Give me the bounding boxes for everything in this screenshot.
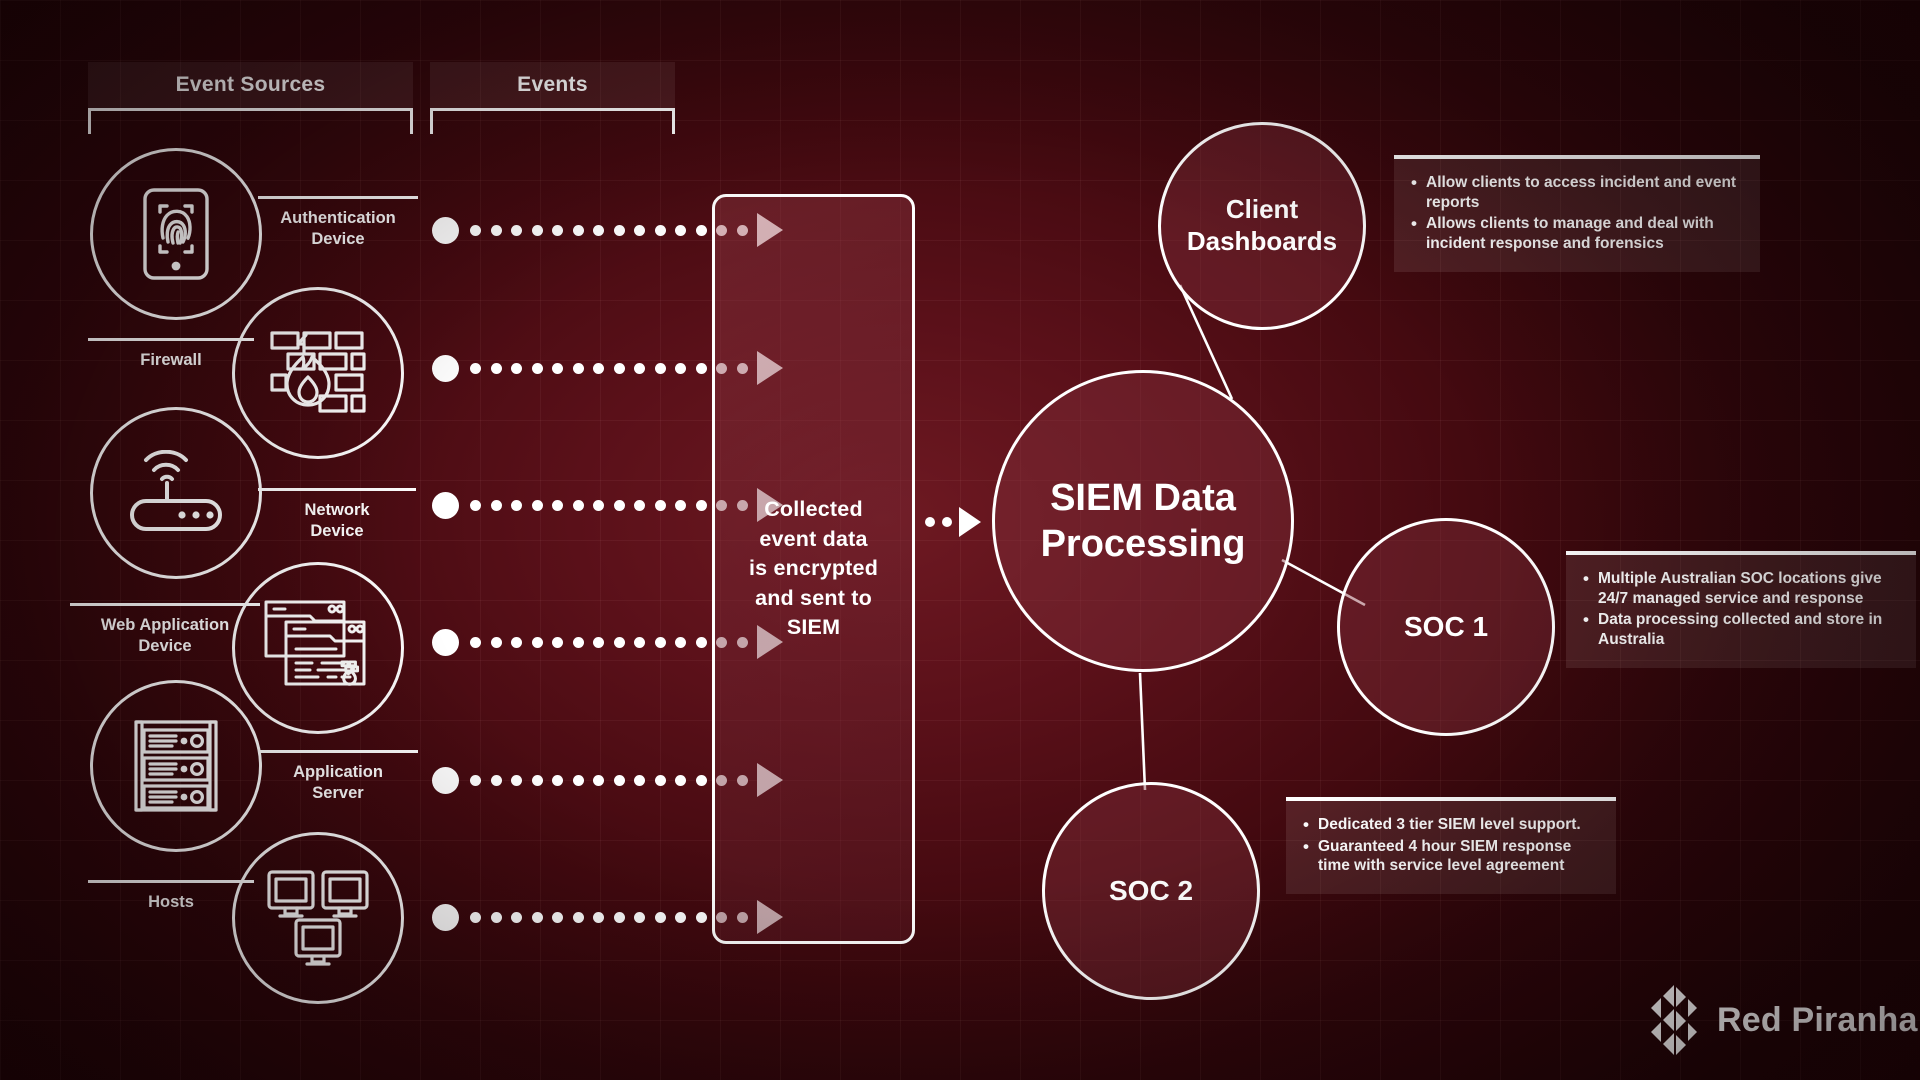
bullet-item: Guaranteed 4 hour SIEM response time wit… [1302,836,1598,876]
bullet-list: Multiple Australian SOC locations give 2… [1582,568,1898,650]
diagram-canvas: Event Sources Events Authentication Devi… [0,0,1920,1080]
bullet-item: Multiple Australian SOC locations give 2… [1582,568,1898,608]
node-label: Client Dashboards [1186,194,1338,256]
processor-circle-siem-data-processing[interactable]: SIEM Data Processing [992,370,1294,672]
brand-logo-text: Red Piranha [1717,1000,1918,1039]
node-label: SOC 2 [1108,874,1194,906]
piranha-diamond-icon [1651,985,1697,1055]
connector-processor-soc-2 [1138,672,1147,791]
panel-body: Multiple Australian SOC locations give 2… [1566,555,1916,668]
panel-client-dashboards: Allow clients to access incident and eve… [1394,155,1760,272]
bullet-list: Dedicated 3 tier SIEM level support. Gua… [1302,814,1598,876]
bullet-item: Dedicated 3 tier SIEM level support. [1302,814,1598,835]
bullet-item: Allows clients to manage and deal with i… [1410,213,1742,253]
bullet-list: Allow clients to access incident and eve… [1410,172,1742,254]
panel-body: Allow clients to access incident and eve… [1394,159,1760,272]
panel-body: Dedicated 3 tier SIEM level support. Gua… [1286,801,1616,895]
node-circle-soc-1[interactable]: SOC 1 [1337,518,1555,736]
bullet-item: Allow clients to access incident and eve… [1410,172,1742,212]
brand-logo[interactable]: Red Piranha [1645,985,1918,1055]
panel-soc-2: Dedicated 3 tier SIEM level support. Gua… [1286,797,1616,895]
node-label: SOC 1 [1403,610,1489,642]
node-circle-client-dashboards[interactable]: Client Dashboards [1158,122,1366,330]
panel-soc-1: Multiple Australian SOC locations give 2… [1566,551,1916,668]
processor-label: SIEM Data Processing [1040,476,1246,565]
node-circle-soc-2[interactable]: SOC 2 [1042,782,1260,1000]
bullet-item: Data processing collected and store in A… [1582,609,1898,649]
